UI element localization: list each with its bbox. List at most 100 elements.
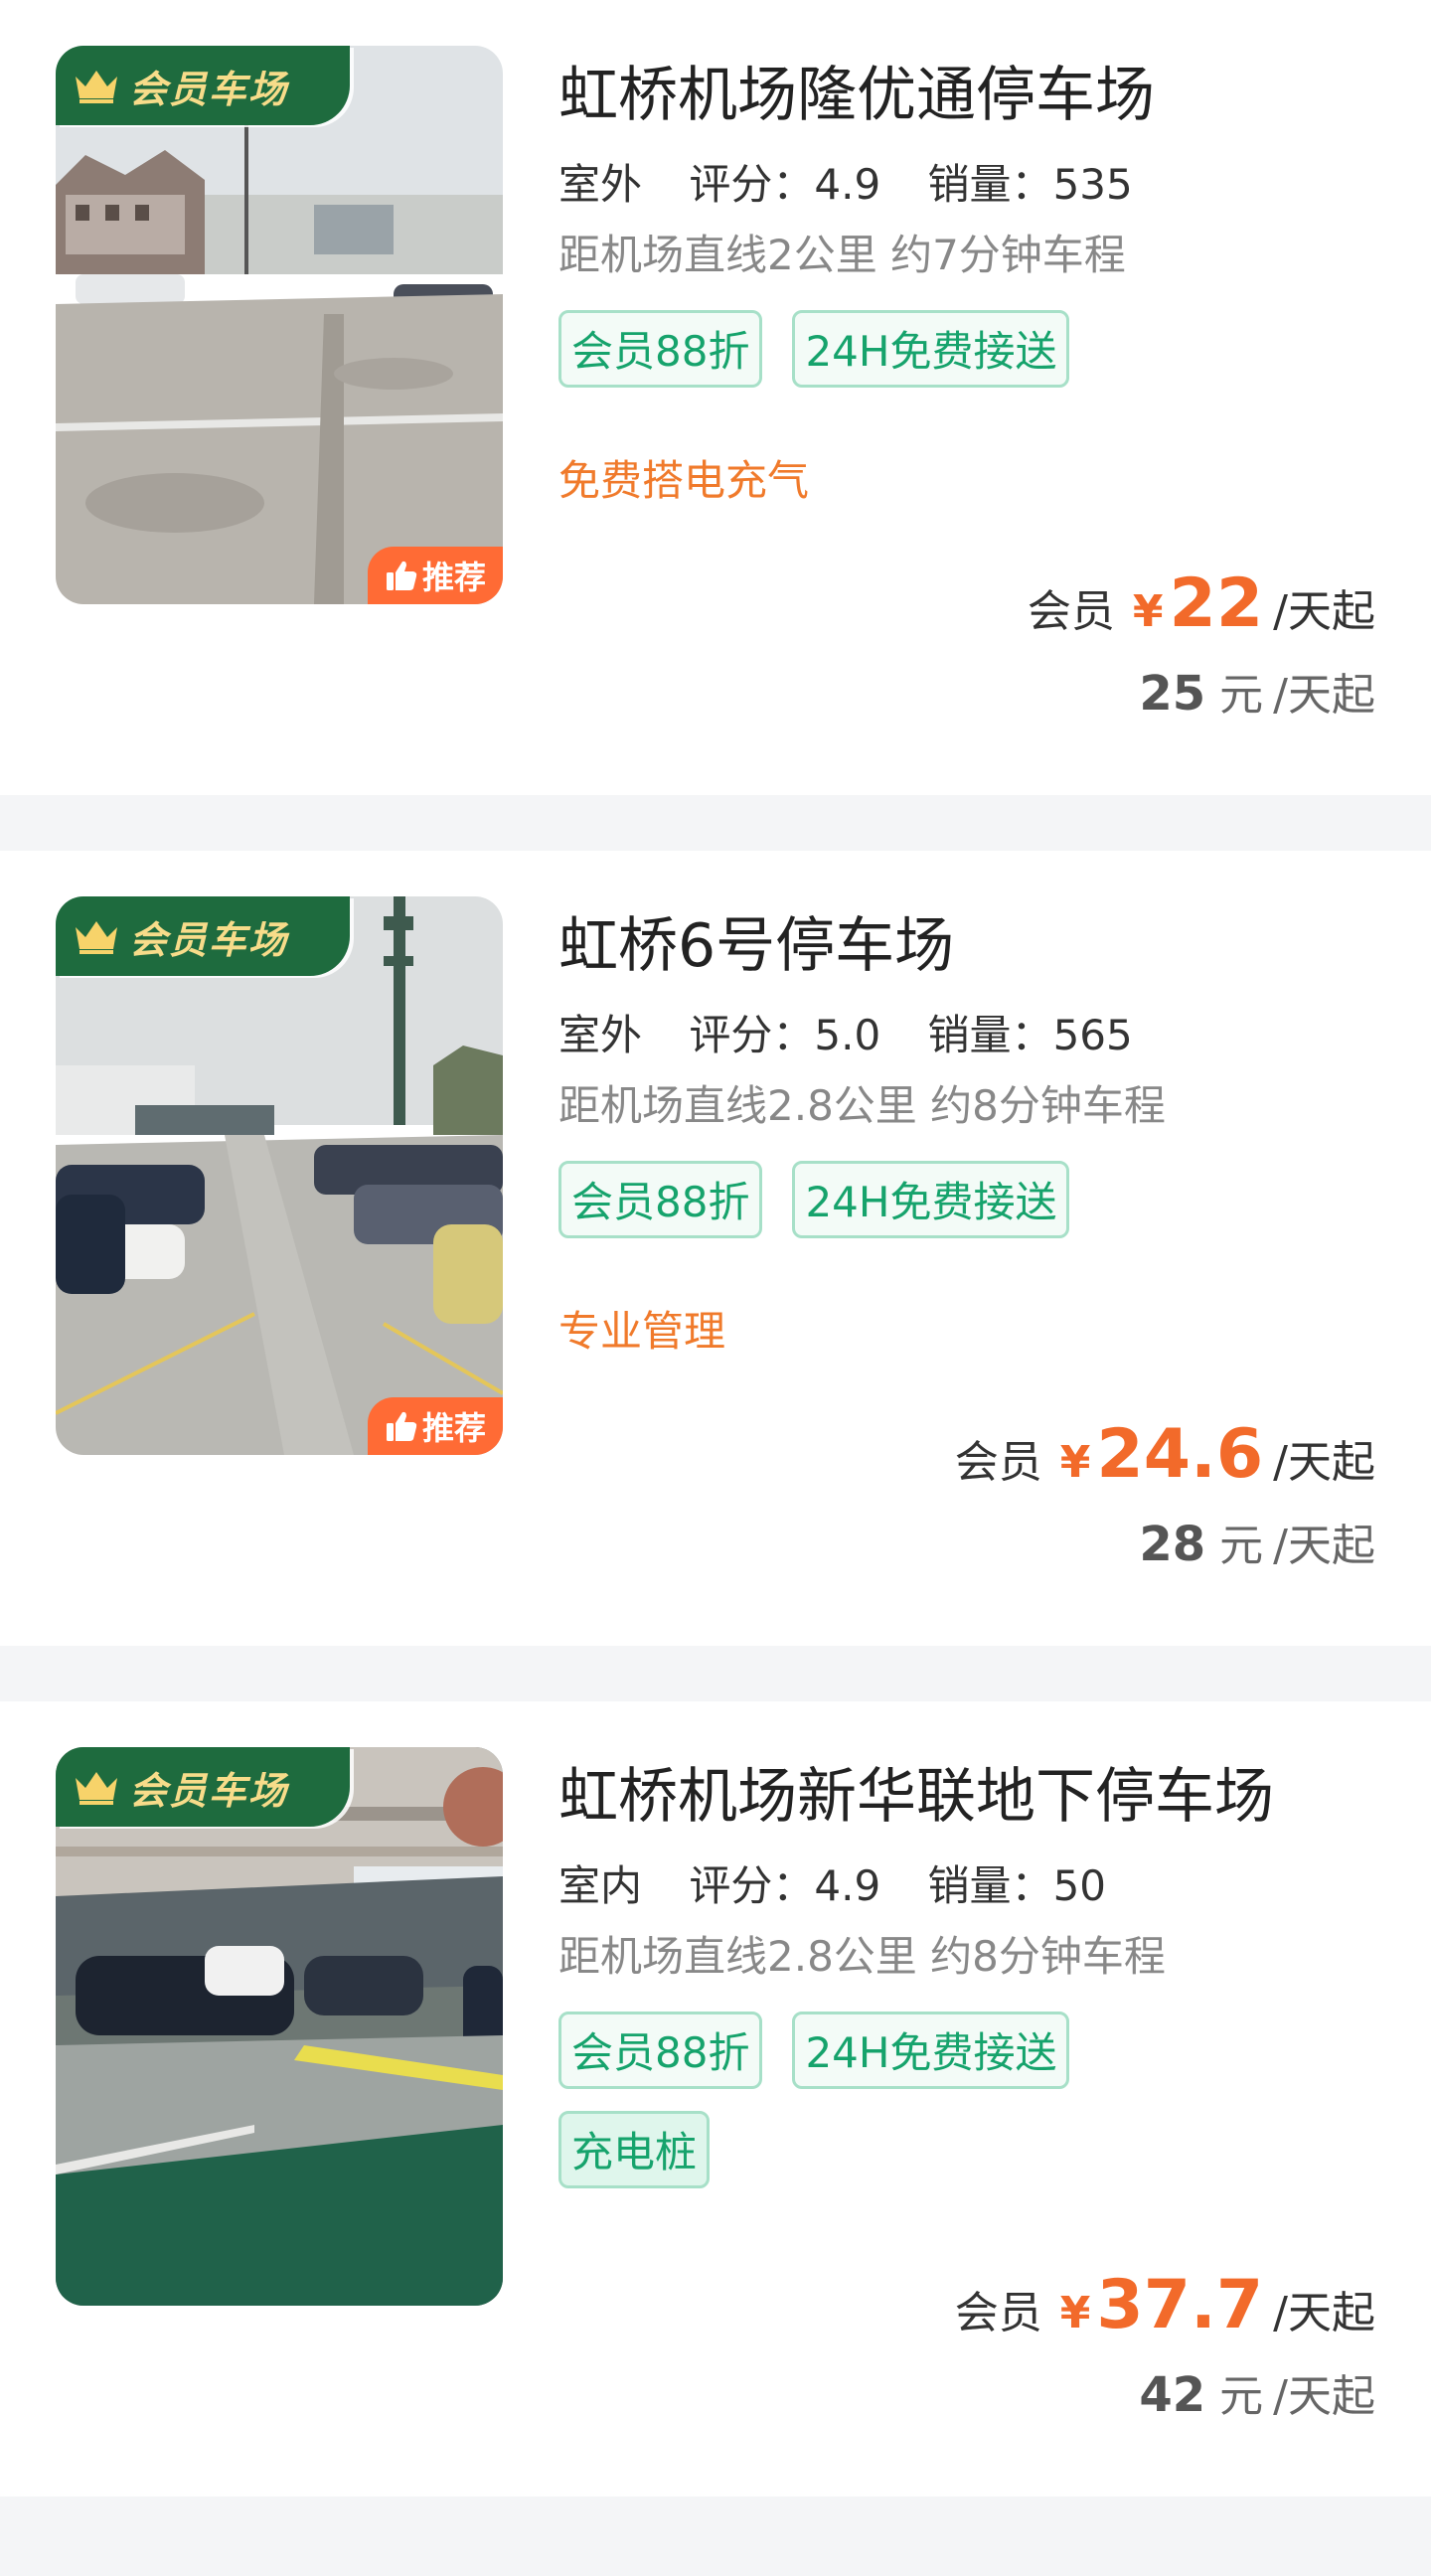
- price-block: 会员 ¥37.7/天起 42 元/天起: [955, 2266, 1375, 2435]
- sales-label: 销量：: [927, 1861, 1053, 1910]
- per-day-label: /天起: [1273, 586, 1375, 637]
- tag-member-discount: 会员88折: [558, 310, 763, 388]
- rating-value: 4.9: [814, 1861, 881, 1910]
- distance-text: 距机场直线2公里 约7分钟车程: [558, 231, 1126, 279]
- rating: 评分：4.9: [689, 1861, 880, 1910]
- price-block: 会员 ¥22/天起 25 元/天起: [1028, 564, 1375, 733]
- sales: 销量：565: [928, 1011, 1133, 1059]
- member-price: 会员 ¥37.7/天起: [955, 2266, 1375, 2345]
- member-price-value: 24.6: [1096, 1415, 1264, 1494]
- parking-lot-card[interactable]: 会员车场 虹桥机场新华联地下停车场 室内 评分：4.9 销量：50 距机场直线2…: [0, 1701, 1431, 2496]
- member-price-value: 37.7: [1096, 2266, 1264, 2344]
- tag-member-discount: 会员88折: [558, 1161, 763, 1238]
- original-price: 28 元/天起: [955, 1505, 1375, 1584]
- vip-lot-badge: 会员车场: [56, 896, 350, 976]
- original-price-value: 28: [1139, 1517, 1206, 1572]
- lot-title[interactable]: 虹桥机场隆优通停车场: [558, 46, 1375, 145]
- sales: 销量：50: [928, 1861, 1106, 1910]
- parking-lot-list: 会员车场 推荐 虹桥机场隆优通停车场 室外 评分：4.9 销量：535 距机场直…: [0, 0, 1431, 2496]
- distance-text: 距机场直线2.8公里 约8分钟车程: [558, 1932, 1166, 1981]
- parking-lot-card[interactable]: 会员车场 推荐 虹桥机场隆优通停车场 室外 评分：4.9 销量：535 距机场直…: [0, 0, 1431, 795]
- member-price: 会员 ¥22/天起: [1028, 564, 1375, 644]
- rating-label: 评分：: [689, 160, 815, 209]
- sales-value: 565: [1052, 1011, 1133, 1059]
- member-label: 会员: [1027, 586, 1115, 637]
- yen-symbol: ¥: [1059, 1437, 1091, 1488]
- tag-member-discount: 会员88折: [558, 2012, 763, 2089]
- lot-photo[interactable]: 会员车场 推荐: [56, 46, 503, 604]
- environment-label: 室外: [558, 1004, 649, 1067]
- lot-photo[interactable]: 会员车场: [56, 1747, 503, 2306]
- lot-meta: 室外 评分：5.0 销量：565: [558, 1004, 1375, 1067]
- original-price-value: 42: [1139, 2367, 1206, 2423]
- recommend-badge: 推荐: [368, 547, 503, 604]
- rating: 评分：5.0: [689, 1011, 880, 1059]
- environment-label: 室外: [558, 153, 649, 217]
- crown-icon: [76, 1772, 117, 1805]
- tag-shuttle: 24H免费接送: [792, 1161, 1070, 1238]
- per-day-label: /天起: [1273, 1437, 1375, 1488]
- tag-charging-pile: 充电桩: [558, 2111, 711, 2188]
- vip-lot-badge: 会员车场: [56, 1747, 350, 1827]
- per-day-label: /天起: [1273, 2371, 1375, 2422]
- per-day-label: /天起: [1273, 670, 1375, 721]
- thumbs-up-icon: [386, 561, 417, 590]
- crown-icon: [76, 71, 117, 103]
- vip-badge-label: 会员车场: [129, 917, 289, 962]
- environment-label: 室内: [558, 1854, 649, 1918]
- lot-info: 虹桥机场隆优通停车场 室外 评分：4.9 销量：535 距机场直线2公里 约7分…: [558, 46, 1375, 511]
- yen-symbol: ¥: [1132, 586, 1164, 637]
- tag-shuttle: 24H免费接送: [792, 310, 1070, 388]
- recommend-label: 推荐: [421, 559, 486, 596]
- vip-lot-badge: 会员车场: [56, 46, 350, 125]
- sales: 销量：535: [928, 160, 1133, 209]
- lot-title[interactable]: 虹桥机场新华联地下停车场: [558, 1747, 1375, 1847]
- member-label: 会员: [954, 1437, 1042, 1488]
- member-label: 会员: [954, 2288, 1042, 2338]
- highlight-text: 专业管理: [558, 1307, 726, 1356]
- yuan-label: 元: [1219, 670, 1264, 721]
- member-price: 会员 ¥24.6/天起: [955, 1415, 1375, 1495]
- underground-lot-photo: [56, 1747, 503, 2306]
- recommend-label: 推荐: [421, 1409, 486, 1447]
- outdoor-rows-photo: [56, 896, 503, 1455]
- highlight-text: 免费搭电充气: [558, 456, 810, 505]
- tag-shuttle: 24H免费接送: [792, 2012, 1070, 2089]
- distance-text: 距机场直线2.8公里 约8分钟车程: [558, 1081, 1166, 1130]
- per-day-label: /天起: [1273, 1521, 1375, 1571]
- rating-label: 评分：: [689, 1011, 815, 1059]
- vip-badge-label: 会员车场: [129, 1768, 289, 1813]
- rating-value: 4.9: [814, 160, 881, 209]
- sales-value: 50: [1052, 1861, 1107, 1910]
- member-price-value: 22: [1169, 564, 1264, 643]
- lot-meta: 室内 评分：4.9 销量：50: [558, 1854, 1375, 1918]
- crown-icon: [76, 921, 117, 954]
- yen-symbol: ¥: [1059, 2288, 1091, 2338]
- original-price-value: 25: [1139, 666, 1206, 722]
- lot-info: 虹桥机场新华联地下停车场 室内 评分：4.9 销量：50 距机场直线2.8公里 …: [558, 1747, 1375, 2188]
- per-day-label: /天起: [1273, 2288, 1375, 2338]
- parking-lot-card[interactable]: 会员车场 推荐 虹桥6号停车场 室外 评分：5.0 销量：565 距机场直线2.…: [0, 851, 1431, 1646]
- original-price: 25 元/天起: [1028, 654, 1375, 733]
- recommend-badge: 推荐: [368, 1397, 503, 1455]
- outdoor-lot-photo: [56, 46, 503, 604]
- price-block: 会员 ¥24.6/天起 28 元/天起: [955, 1415, 1375, 1584]
- lot-meta: 室外 评分：4.9 销量：535: [558, 153, 1375, 217]
- rating-label: 评分：: [689, 1861, 815, 1910]
- original-price: 42 元/天起: [955, 2355, 1375, 2435]
- tag-list: 会员88折 24H免费接送: [558, 1161, 1194, 1238]
- tag-list: 会员88折 24H免费接送: [558, 310, 1194, 388]
- yuan-label: 元: [1219, 1521, 1264, 1571]
- sales-value: 535: [1052, 160, 1133, 209]
- lot-info: 虹桥6号停车场 室外 评分：5.0 销量：565 距机场直线2.8公里 约8分钟…: [558, 896, 1375, 1362]
- lot-title[interactable]: 虹桥6号停车场: [558, 896, 1375, 996]
- rating: 评分：4.9: [689, 160, 880, 209]
- tag-list: 会员88折 24H免费接送 充电桩: [558, 2012, 1194, 2188]
- thumbs-up-icon: [386, 1411, 417, 1441]
- sales-label: 销量：: [927, 1011, 1053, 1059]
- vip-badge-label: 会员车场: [129, 67, 289, 111]
- rating-value: 5.0: [814, 1011, 881, 1059]
- lot-photo[interactable]: 会员车场 推荐: [56, 896, 503, 1455]
- yuan-label: 元: [1219, 2371, 1264, 2422]
- sales-label: 销量：: [927, 160, 1053, 209]
